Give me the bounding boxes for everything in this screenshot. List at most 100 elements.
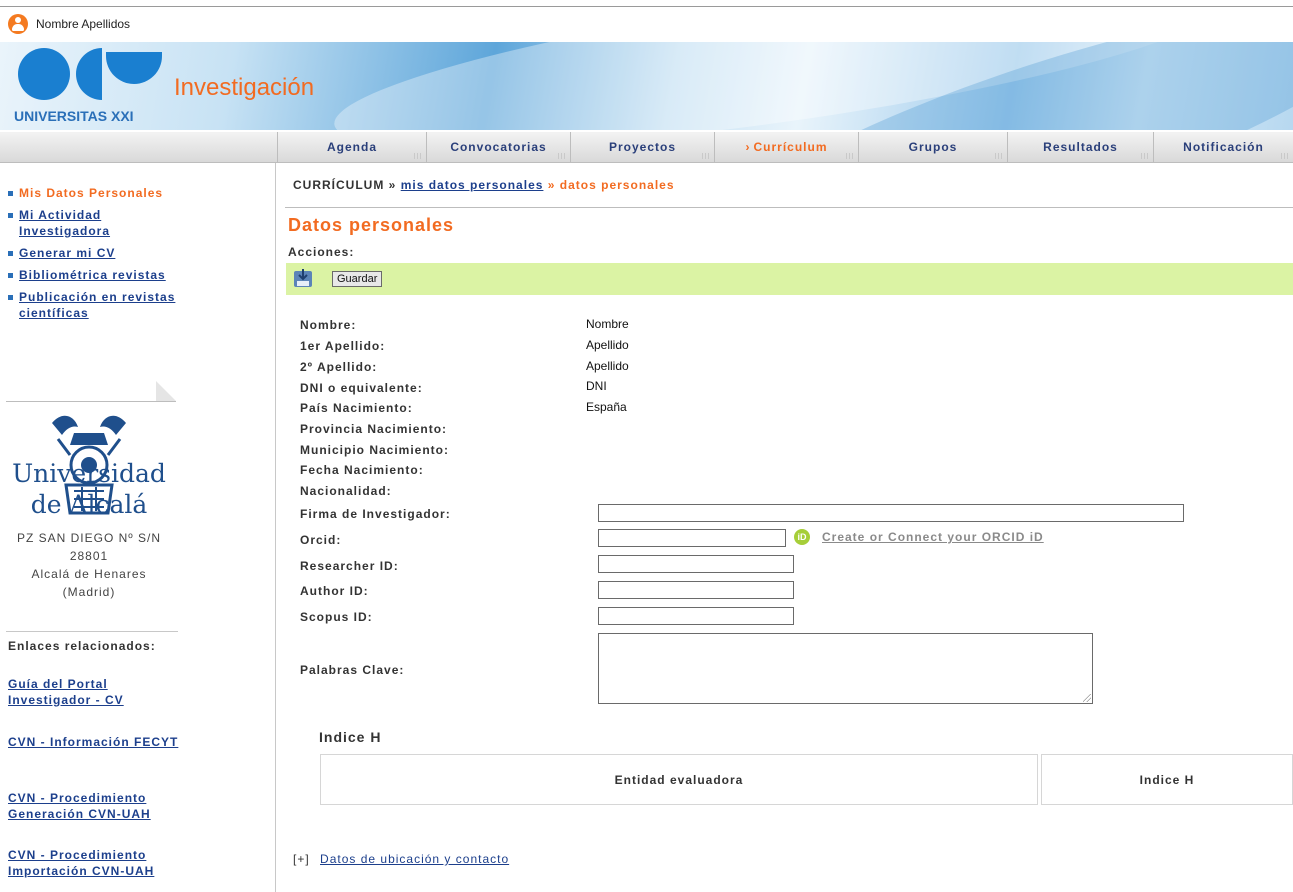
orcid-input[interactable] [598,529,786,547]
orcid-connect-link[interactable]: Create or Connect your ORCID iD [822,530,1044,544]
sidebar-item-generar-cv[interactable]: Generar mi CV [8,245,188,261]
expand-section: [+] Datos de ubicación y contacto [293,852,509,866]
grip-icon [414,153,422,159]
breadcrumb-root: CURRÍCULUM [293,178,385,192]
value-pais: España [586,400,627,414]
logo-wordmark: UNIVERSITAS XXI [14,108,134,124]
page-title: Datos personales [288,215,455,235]
nav-spacer [0,132,278,162]
active-arrow-icon: › [745,140,751,154]
label-author-id: Author ID: [300,584,369,598]
label-nombre: Nombre: [300,318,357,332]
save-button[interactable]: Guardar [332,271,383,287]
label-nacionalidad: Nacionalidad: [300,484,392,498]
indice-h-title: Indice H [319,729,382,745]
save-icon[interactable] [292,267,314,289]
tab-grupos[interactable]: Grupos [859,132,1008,162]
address-line: Alcalá de Henares [31,567,147,581]
sidebar-item-bibliometrica[interactable]: Bibliométrica revistas [8,267,188,283]
tab-label: Grupos [908,140,958,154]
sidebar-item-label[interactable]: Publicación en revistas científicas [19,289,188,321]
palabras-clave-textarea[interactable] [598,633,1093,704]
label-municipio: Municipio Nacimiento: [300,443,450,457]
university-name-line2: de Alcalá [30,490,148,519]
bullet-icon [8,191,13,196]
label-apellido2: 2º Apellido: [300,360,378,374]
value-apellido2: Apellido [586,359,629,373]
tab-proyectos[interactable]: Proyectos [571,132,715,162]
bullet-icon [8,295,13,300]
grip-icon [1141,153,1149,159]
expand-link-ubicacion[interactable]: Datos de ubicación y contacto [320,852,509,866]
user-bar: Nombre Apellidos [8,12,130,36]
related-links-title: Enlaces relacionados: [8,639,156,653]
value-apellido1: Apellido [586,338,629,352]
header-banner: UNIVERSITAS XXI Investigación [0,42,1293,130]
grip-icon [558,153,566,159]
table-header-entidad: Entidad evaluadora [320,754,1038,805]
grip-icon [702,153,710,159]
grip-icon [995,153,1003,159]
related-link-generacion[interactable]: CVN - Procedimiento Generación CVN-UAH [8,790,188,822]
label-provincia: Provincia Nacimiento: [300,422,448,436]
tab-agenda[interactable]: Agenda [278,132,427,162]
tab-notificacion[interactable]: Notificación [1154,132,1293,162]
firma-input[interactable] [598,504,1184,522]
related-link-fecyt[interactable]: CVN - Información FECYT [8,734,188,750]
sidebar-menu: Mis Datos Personales Mi Actividad Invest… [8,185,188,327]
label-apellido1: 1er Apellido: [300,339,386,353]
tab-label: Notificación [1183,140,1264,154]
logo-bowl [106,52,162,84]
resize-grip-icon[interactable] [1083,694,1091,702]
sidebar-item-label[interactable]: Mis Datos Personales [19,185,163,201]
address-line: PZ SAN DIEGO Nº S/N [16,531,162,545]
sidebar-item-publicacion[interactable]: Publicación en revistas científicas [8,289,188,321]
researcher-id-input[interactable] [598,555,794,573]
main-navigation: Agenda Convocatorias Proyectos › Currícul… [0,132,1293,163]
expand-toggle[interactable]: [+] [293,852,310,866]
sidebar-item-mis-datos[interactable]: Mis Datos Personales [8,185,188,201]
address-line: 28801 [69,549,109,563]
folded-corner-divider [6,381,176,402]
tab-label: Currículum [753,140,828,154]
grip-icon [1281,153,1289,159]
table-header-indice-h: Indice H [1041,754,1293,805]
related-divider [6,631,178,632]
author-id-input[interactable] [598,581,794,599]
related-link-importacion[interactable]: CVN - Procedimiento Importación CVN-UAH [8,847,188,879]
bullet-icon [8,213,13,218]
label-scopus-id: Scopus ID: [300,610,373,624]
tab-convocatorias[interactable]: Convocatorias [427,132,571,162]
orcid-icon[interactable]: iD [794,529,810,545]
value-nombre: Nombre [586,317,629,331]
user-name[interactable]: Nombre Apellidos [36,17,130,31]
breadcrumb-current: datos personales [559,178,675,192]
sidebar-item-label[interactable]: Bibliométrica revistas [19,267,166,283]
label-palabras-clave: Palabras Clave: [300,663,405,677]
user-icon[interactable] [8,14,28,34]
sidebar-item-label[interactable]: Mi Actividad Investigadora [19,207,188,239]
actions-label: Acciones: [288,245,355,259]
tab-label: Agenda [326,140,377,154]
indice-h-table: Entidad evaluadora Indice H [320,754,1293,805]
breadcrumb-separator: » [388,178,397,192]
bullet-icon [8,273,13,278]
label-firma: Firma de Investigador: [300,507,451,521]
scopus-id-input[interactable] [598,607,794,625]
label-fecha: Fecha Nacimiento: [300,463,424,477]
grip-icon [846,153,854,159]
main-content: CURRÍCULUM » mis datos personales » dato… [277,163,1293,892]
tab-label: Resultados [1043,140,1118,154]
related-link-guia[interactable]: Guía del Portal Investigador - CV [8,676,188,708]
label-researcher-id: Researcher ID: [300,559,399,573]
tab-resultados[interactable]: Resultados [1008,132,1154,162]
breadcrumb-link[interactable]: mis datos personales [401,178,544,192]
top-divider [0,6,1293,7]
sidebar-item-label[interactable]: Generar mi CV [19,245,115,261]
breadcrumb-separator: » [547,178,556,192]
label-orcid: Orcid: [300,533,342,547]
universitas-logo: UNIVERSITAS XXI [14,42,162,130]
sidebar-item-actividad[interactable]: Mi Actividad Investigadora [8,207,188,239]
breadcrumb-divider [285,207,1293,208]
tab-curriculum[interactable]: › Currículum [715,132,859,162]
